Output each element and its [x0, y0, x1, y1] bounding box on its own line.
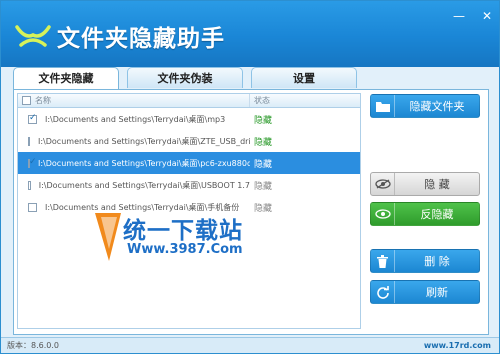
folder-icon	[371, 95, 395, 117]
status-bar: 版本：8.6.0.0 www.17rd.com	[1, 337, 499, 353]
list-item-selected[interactable]: I:\Documents and Settings\Terrydai\桌面\pc…	[18, 152, 360, 174]
tab-folder-hide[interactable]: 文件夹隐藏	[13, 67, 119, 89]
select-all-checkbox[interactable]	[22, 96, 31, 105]
row-path: I:\Documents and Settings\Terrydai\桌面\mp…	[45, 114, 226, 124]
title-bar: 文件夹隐藏助手 — ✕	[1, 1, 499, 67]
close-icon[interactable]: ✕	[479, 9, 495, 23]
eye-off-icon	[371, 173, 395, 195]
row-status: 隐藏	[254, 181, 273, 192]
row-status: 隐藏	[254, 137, 273, 148]
watermark-title: 统一下载站	[123, 218, 243, 244]
list-item[interactable]: I:\Documents and Settings\Terrydai\桌面\ZT…	[18, 130, 360, 152]
watermark: 统一下载站 Www.3987.Com	[93, 209, 293, 271]
refresh-label: 刷新	[426, 286, 448, 299]
trash-icon	[371, 250, 395, 272]
row-status: 隐藏	[254, 159, 273, 170]
watermark-url: Www.3987.Com	[127, 242, 243, 257]
row-checkbox[interactable]	[28, 136, 30, 146]
row-checkbox[interactable]	[28, 114, 37, 124]
column-status-header: 状态	[254, 96, 270, 105]
hide-folder-button[interactable]: 隐藏文件夹	[370, 94, 480, 118]
hide-folder-label: 隐藏文件夹	[409, 100, 465, 113]
row-checkbox[interactable]	[28, 180, 31, 190]
minimize-icon[interactable]: —	[451, 9, 467, 23]
column-name-header: 名称	[35, 96, 51, 105]
delete-button[interactable]: 删 除	[370, 249, 480, 273]
row-path: I:\Documents and Settings\Terrydai\桌面\ZT…	[38, 136, 250, 146]
version-text: 版本：8.6.0.0	[7, 341, 59, 350]
delete-label: 删 除	[424, 255, 450, 268]
row-status: 隐藏	[254, 115, 273, 126]
tab-bar: 文件夹隐藏 文件夹伪装 设置	[13, 67, 357, 89]
row-checkbox[interactable]	[28, 202, 37, 212]
list-header: 名称 状态	[18, 94, 360, 108]
list-item[interactable]: I:\Documents and Settings\Terrydai\桌面\US…	[18, 174, 360, 196]
tab-settings[interactable]: 设置	[251, 67, 357, 88]
row-path: I:\Documents and Settings\Terrydai\桌面\pc…	[38, 158, 250, 168]
website-link[interactable]: www.17rd.com	[424, 338, 491, 353]
app-window: 文件夹隐藏助手 — ✕ 文件夹隐藏 文件夹伪装 设置 名称 状态 I:\Docu…	[0, 0, 500, 354]
row-path: I:\Documents and Settings\Terrydai\桌面\US…	[38, 180, 250, 190]
hide-label: 隐 藏	[424, 178, 450, 191]
eye-icon	[371, 203, 395, 225]
unhide-button[interactable]: 反隐藏	[370, 202, 480, 226]
refresh-button[interactable]: 刷新	[370, 280, 480, 304]
tab-folder-disguise[interactable]: 文件夹伪装	[127, 67, 243, 88]
app-title: 文件夹隐藏助手	[57, 26, 225, 52]
app-logo-icon	[15, 25, 51, 47]
list-item[interactable]: I:\Documents and Settings\Terrydai\桌面\mp…	[18, 108, 360, 130]
row-checkbox[interactable]	[28, 158, 37, 168]
refresh-icon	[371, 281, 395, 303]
watermark-logo-icon	[95, 213, 121, 261]
unhide-label: 反隐藏	[420, 208, 454, 221]
hide-button[interactable]: 隐 藏	[370, 172, 480, 196]
